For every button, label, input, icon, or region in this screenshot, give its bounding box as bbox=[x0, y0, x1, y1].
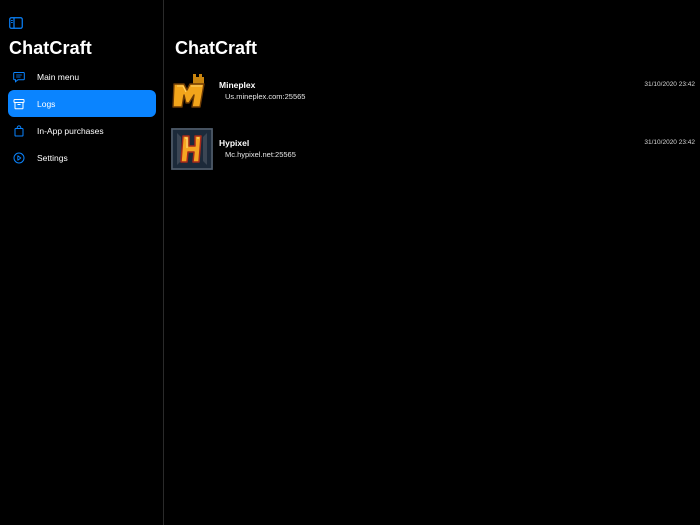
sidebar-item-label: Settings bbox=[37, 152, 68, 163]
server-address: Mc.hypixel.net:25565 bbox=[225, 150, 296, 159]
page-title: ChatCraft bbox=[175, 38, 258, 58]
server-row-hypixel[interactable]: Hypixel Mc.hypixel.net:25565 31/10/2020 … bbox=[165, 128, 700, 172]
sidebar-title: ChatCraft bbox=[9, 38, 92, 58]
sidebar-toggle-icon[interactable] bbox=[9, 16, 23, 29]
chat-bubble-icon bbox=[13, 71, 25, 83]
archive-box-icon bbox=[13, 98, 25, 110]
sidebar-item-label: In-App purchases bbox=[37, 125, 104, 136]
sidebar-item-label: Logs bbox=[37, 98, 56, 109]
app-window: ChatCraft Main menu Logs In-App purchase… bbox=[0, 0, 700, 525]
sidebar: ChatCraft Main menu Logs In-App purchase… bbox=[0, 0, 164, 525]
sidebar-item-in-app-purchases[interactable]: In-App purchases bbox=[8, 117, 156, 144]
shopping-bag-icon bbox=[13, 124, 25, 137]
server-name: Mineplex bbox=[219, 80, 256, 90]
sidebar-item-label: Main menu bbox=[37, 71, 80, 82]
server-timestamp: 31/10/2020 23:42 bbox=[644, 139, 695, 146]
mineplex-logo-icon bbox=[171, 70, 213, 112]
sidebar-item-settings[interactable]: Settings bbox=[8, 144, 156, 171]
hypixel-logo-icon bbox=[171, 128, 213, 170]
main-content: ChatCraft Mineplex Us.mineplex.com:25565… bbox=[165, 0, 700, 525]
server-row-mineplex[interactable]: Mineplex Us.mineplex.com:25565 31/10/202… bbox=[165, 70, 700, 114]
play-circle-icon bbox=[13, 152, 25, 164]
sidebar-nav: Main menu Logs In-App purchases Settings bbox=[8, 63, 156, 171]
sidebar-item-logs[interactable]: Logs bbox=[8, 90, 156, 117]
server-name: Hypixel bbox=[219, 138, 250, 148]
sidebar-item-main-menu[interactable]: Main menu bbox=[8, 63, 156, 90]
server-list: Mineplex Us.mineplex.com:25565 31/10/202… bbox=[165, 70, 700, 186]
server-timestamp: 31/10/2020 23:42 bbox=[644, 81, 695, 88]
server-address: Us.mineplex.com:25565 bbox=[225, 92, 306, 101]
